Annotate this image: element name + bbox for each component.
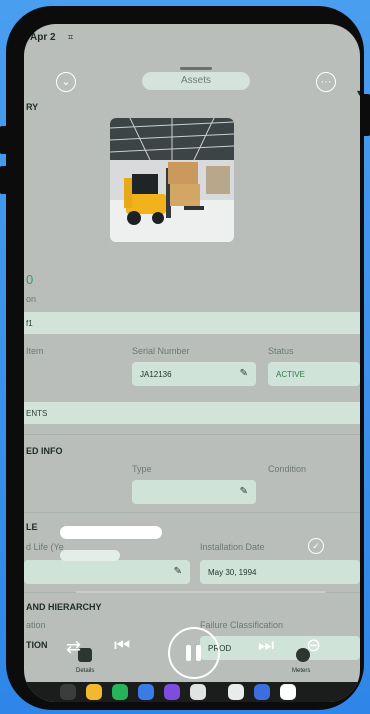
serial-number-label: Serial Number [132, 346, 190, 356]
installation-date-field[interactable]: May 30, 1994 [200, 560, 360, 584]
description-label: on [26, 294, 37, 304]
sheet-grabber[interactable] [180, 67, 212, 70]
video-progress-bar[interactable] [76, 591, 326, 593]
more-options-button[interactable]: ··· [316, 72, 336, 92]
band-asset-id-text: f1 [26, 319, 33, 328]
status-badge: ACTIVE [276, 370, 305, 379]
status-bar: Apr 2 ⌗ [24, 24, 360, 48]
section-related-info: ED INFO [26, 446, 63, 456]
media-controls: ⇄ ⏮ ⏭ ⊖ [24, 627, 360, 689]
system-dock [24, 682, 360, 702]
phone-screen: Apr 2 ⌗ ⌄ Assets ··· ▾ RY 0 on f1 Item S… [24, 24, 360, 702]
messages-app-icon[interactable] [138, 684, 154, 700]
gallery-app-icon[interactable] [254, 684, 270, 700]
condition-label: Condition [268, 464, 307, 474]
serial-number-field[interactable]: JA12136 ✎ [132, 362, 256, 386]
caption-overlay-ghost [60, 550, 120, 561]
installation-date-value: May 30, 1994 [208, 568, 257, 577]
app-header: ⌄ Assets ··· ▾ [24, 54, 360, 99]
phone-frame: Apr 2 ⌗ ⌄ Assets ··· ▾ RY 0 on f1 Item S… [6, 6, 364, 710]
section-location-hierarchy: AND HIERARCHY [26, 602, 102, 612]
edit-pencil-icon[interactable]: ✎ [240, 368, 248, 379]
caption-overlay [60, 526, 162, 539]
browser-app-icon[interactable] [164, 684, 180, 700]
band-asset-id: f1 [24, 312, 360, 334]
expected-life-field[interactable]: ✎ [24, 560, 190, 584]
cloud-app-icon[interactable] [228, 684, 244, 700]
expected-life-label: d Life (Ye [26, 542, 64, 552]
section-summary: RY [26, 102, 39, 112]
item-label: Item [26, 346, 44, 356]
next-track-icon[interactable]: ⏭ [258, 635, 274, 656]
band-attachments[interactable]: ENTS [24, 402, 360, 424]
pause-icon [186, 645, 191, 661]
previous-track-icon[interactable]: ⏮ [114, 635, 130, 656]
status-time: Apr 2 [30, 32, 56, 43]
collapse-button[interactable]: ⌄ [56, 72, 76, 92]
divider [24, 434, 360, 435]
band-attachments-text: ENTS [26, 409, 48, 418]
repeat-icon[interactable]: ⇄ [66, 637, 81, 658]
check-circle-icon[interactable]: ✓ [308, 538, 324, 554]
status-field[interactable]: ACTIVE [268, 362, 360, 386]
chevron-down-icon: ▾ [357, 88, 360, 99]
section-lifecycle: LE [26, 522, 38, 532]
edit-pencil-icon[interactable]: ✎ [174, 566, 182, 577]
status-label: Status [268, 346, 294, 356]
screenshot-icon: ⌗ [68, 32, 74, 42]
forklift-photo [110, 118, 234, 242]
divider [24, 512, 360, 513]
pause-button[interactable] [168, 627, 220, 679]
app-drawer-icon[interactable] [60, 684, 76, 700]
pause-icon [196, 645, 201, 661]
minus-circle-icon[interactable]: ⊖ [306, 635, 321, 656]
type-field[interactable]: ✎ [132, 480, 256, 504]
page-title: Assets [142, 72, 250, 90]
notes-app-icon[interactable] [86, 684, 102, 700]
asset-image [110, 118, 234, 242]
installation-date-label: Installation Date [200, 542, 265, 552]
edit-pencil-icon[interactable]: ✎ [240, 486, 248, 497]
calendar-app-icon[interactable] [190, 684, 206, 700]
serial-number-value: JA12136 [140, 370, 172, 379]
phone-app-icon[interactable] [112, 684, 128, 700]
asset-number-fragment: 0 [26, 272, 34, 287]
type-label: Type [132, 464, 152, 474]
drive-app-icon[interactable] [280, 684, 296, 700]
